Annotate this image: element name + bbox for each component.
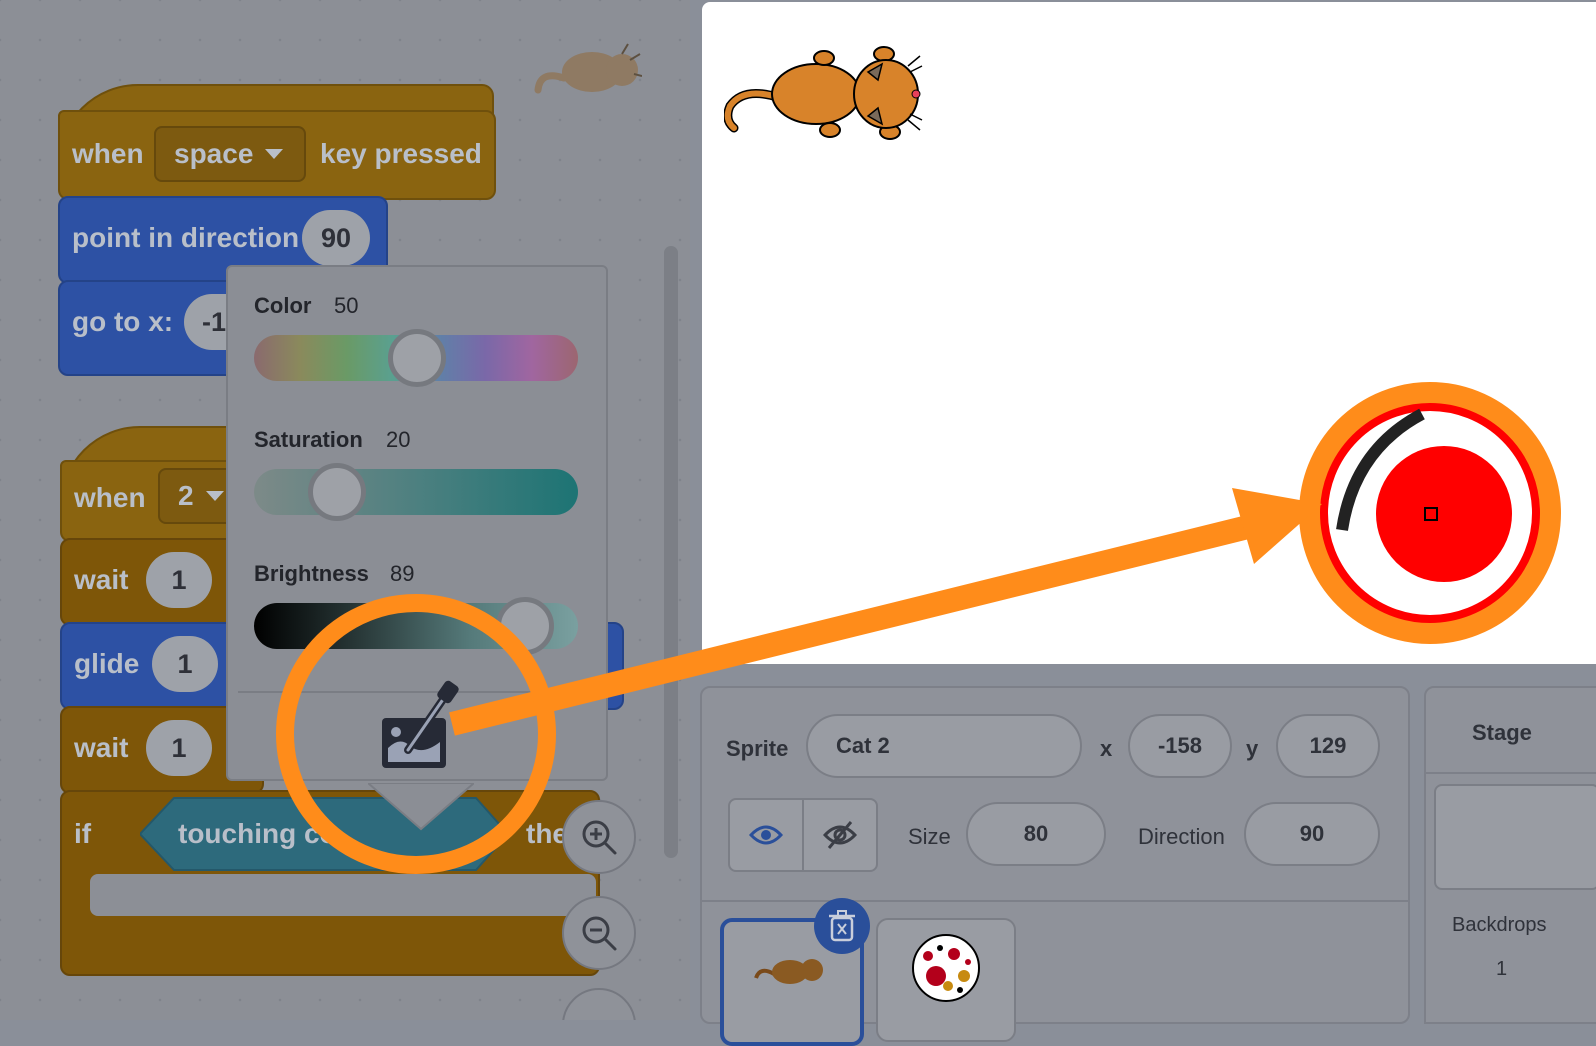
key-dropdown-2-value: 2 [178, 480, 194, 511]
saturation-label: Saturation [254, 427, 363, 452]
direction-input[interactable]: 90 [302, 210, 370, 266]
sprite-thumbnail-dots[interactable] [876, 918, 1016, 1042]
color-label: Color [254, 293, 312, 318]
key-dropdown-value: space [174, 138, 254, 169]
zoom-in-button[interactable] [562, 800, 636, 874]
chevron-down-icon [265, 149, 284, 159]
stage-canvas[interactable] [702, 2, 1596, 664]
popup-pointer [368, 783, 474, 831]
eye-slash-icon [823, 821, 857, 849]
zoom-in-icon [582, 820, 617, 855]
sprite-ghost-icon [534, 43, 642, 94]
wait-input-1[interactable]: 1 [146, 552, 212, 608]
sprite-list-divider [702, 900, 1408, 902]
stage-selector-pane[interactable]: Stage Backdrops 1 [1424, 686, 1596, 1024]
saturation-slider[interactable] [254, 469, 578, 515]
saturation-value: 20 [386, 427, 411, 452]
dots-ball-icon [912, 934, 980, 1002]
trash-icon [829, 910, 855, 942]
touching-label: touching co [178, 818, 337, 849]
cat-sprite[interactable] [724, 36, 924, 152]
show-sprite-button[interactable] [728, 798, 804, 872]
cat-thumbnail-icon [754, 959, 823, 984]
sprite-label: Sprite [726, 736, 789, 761]
backdrops-count: 1 [1496, 958, 1508, 980]
backdrop-thumbnail[interactable] [1434, 784, 1596, 890]
wait-label-1: wait [74, 564, 129, 595]
x-position-input[interactable]: -158 [1128, 714, 1232, 778]
x-label: x [1100, 736, 1113, 761]
saturation-slider-thumb[interactable] [308, 463, 366, 521]
eye-icon [749, 825, 783, 845]
key-pressed-label: key pressed [320, 138, 482, 169]
y-position-input[interactable]: 129 [1276, 714, 1380, 778]
point-in-direction-label: point in direction [72, 222, 300, 253]
wait-label-2: wait [74, 732, 129, 763]
direction-label: Direction [1138, 824, 1225, 849]
brightness-slider-thumb[interactable] [496, 597, 554, 655]
wait-input-2[interactable]: 1 [146, 720, 212, 776]
if-label: if [74, 818, 92, 849]
stage-divider [1426, 772, 1596, 774]
brightness-label: Brightness [254, 561, 369, 586]
zoom-out-icon [582, 916, 617, 951]
key-dropdown[interactable]: space [154, 126, 306, 182]
if-block-slot [90, 874, 596, 916]
sprite-info-pane: Sprite Cat 2 x -158 y 129 Size 80 Direct… [700, 686, 1410, 1046]
color-slider-thumb[interactable] [388, 329, 446, 387]
delete-sprite-button[interactable] [814, 898, 870, 954]
eyedropper-magnifier [1299, 382, 1561, 644]
glide-input[interactable]: 1 [152, 636, 218, 692]
eyedropper-icon[interactable] [378, 676, 464, 776]
go-to-x-label: go to x: [72, 306, 174, 337]
chevron-down-icon [205, 491, 224, 501]
color-value: 50 [334, 293, 359, 318]
hide-sprite-button[interactable] [802, 798, 878, 872]
glide-label: glide [74, 648, 140, 679]
sprite-name-input[interactable]: Cat 2 [806, 714, 1082, 778]
backdrops-label: Backdrops [1452, 914, 1547, 936]
size-input[interactable]: 80 [966, 802, 1106, 866]
when-label-2: when [74, 482, 146, 513]
brightness-value: 89 [390, 561, 415, 586]
y-label: y [1246, 736, 1259, 761]
direction-input-field[interactable]: 90 [1244, 802, 1380, 866]
code-scrollbar[interactable] [664, 246, 678, 858]
zoom-out-button[interactable] [562, 896, 636, 970]
when-label: when [72, 138, 144, 169]
size-label: Size [908, 824, 951, 849]
stage-title: Stage [1472, 720, 1532, 745]
